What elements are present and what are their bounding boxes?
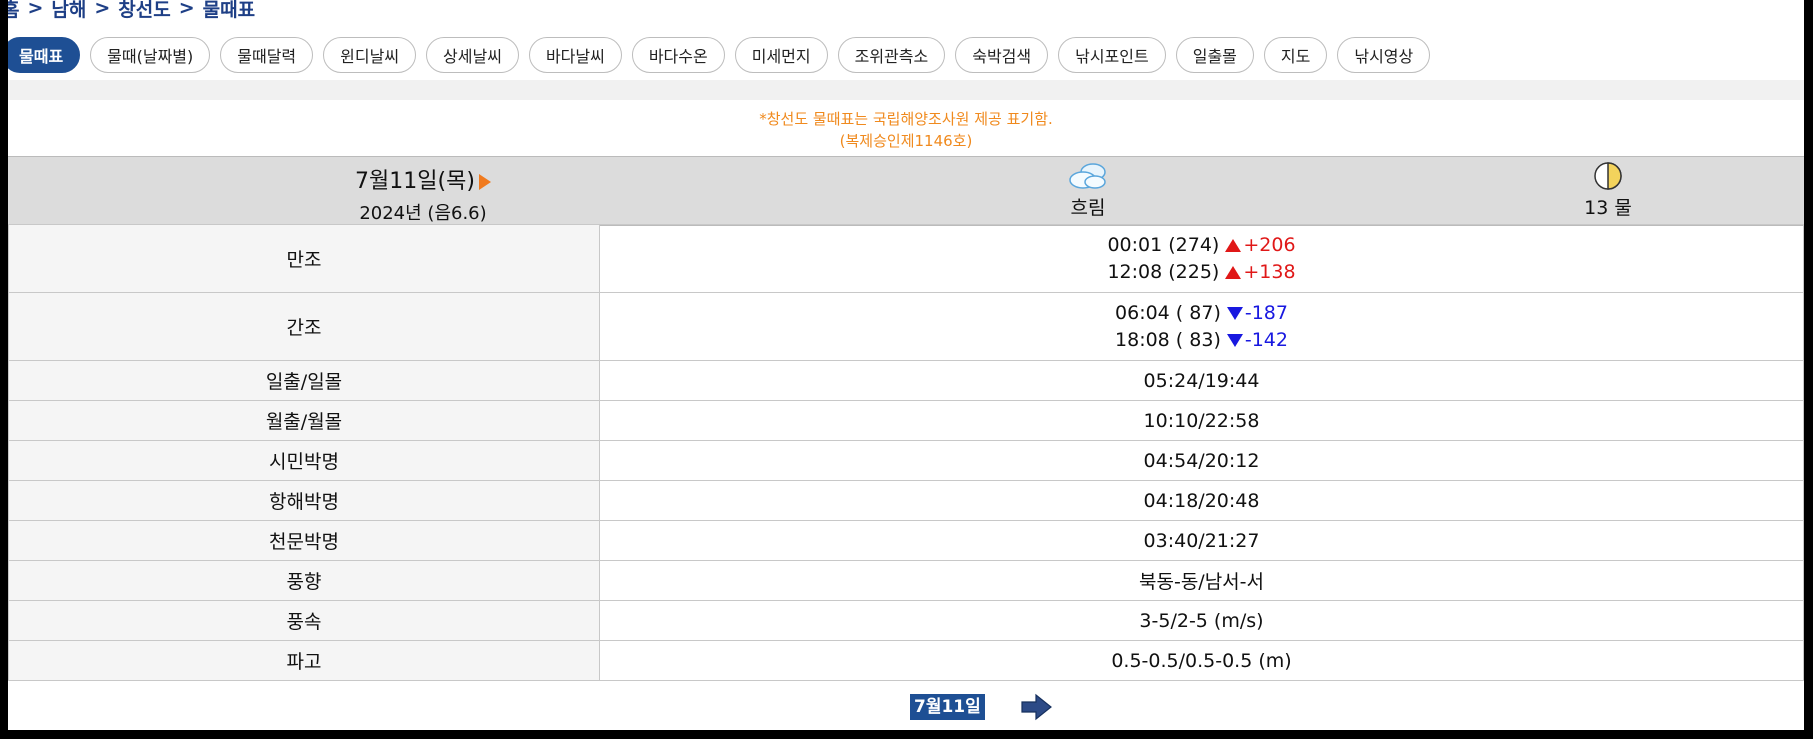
- down-triangle-icon: [1226, 306, 1243, 320]
- day-header: 7월11일(목) 2024년 (음6.6) 흐림 13 물: [8, 156, 1804, 226]
- down-triangle-icon: [1226, 333, 1243, 347]
- half-moon-icon: [1594, 162, 1622, 190]
- tide-diff: -142: [1244, 328, 1288, 351]
- tab-fishing-video[interactable]: 낚시영상: [1337, 37, 1431, 73]
- weather-block: 흐림: [1008, 161, 1168, 220]
- table-row: 일출/일몰 05:24/19:44: [8, 360, 1804, 401]
- tab-bar: 물때표 물때(날짜별) 물때달력 윈디날씨 상세날씨 바다날씨 바다수온 미세먼…: [8, 37, 1431, 73]
- tab-tide-calendar[interactable]: 물때달력: [220, 37, 314, 73]
- row-label-civil-twilight: 시민박명: [8, 440, 600, 481]
- high-tide-values: 00:01 (274) +206 12:08 (225) +138: [599, 224, 1804, 293]
- row-label-sunrise-sunset: 일출/일몰: [8, 360, 600, 401]
- civil-twilight-value: 04:54/20:12: [599, 440, 1804, 481]
- row-label-high-tide: 만조: [8, 224, 600, 293]
- breadcrumb-current[interactable]: 물때표: [203, 0, 255, 22]
- breadcrumb-location[interactable]: 창선도: [118, 0, 170, 22]
- row-label-wind-speed: 풍속: [8, 600, 600, 641]
- table-row: 천문박명 03:40/21:27: [8, 520, 1804, 561]
- row-label-low-tide: 간조: [8, 292, 600, 361]
- row-label-nautical-twilight: 항해박명: [8, 480, 600, 521]
- table-row: 월출/월몰 10:10/22:58: [8, 400, 1804, 441]
- tab-fine-dust[interactable]: 미세먼지: [734, 37, 828, 73]
- cloudy-icon: [1069, 163, 1106, 189]
- table-row: 항해박명 04:18/20:48: [8, 480, 1804, 521]
- breadcrumb-home[interactable]: 홈: [8, 0, 19, 22]
- wind-direction-value: 북동-동/남서-서: [599, 560, 1804, 601]
- moonrise-moonset-value: 10:10/22:58: [599, 400, 1804, 441]
- breadcrumb-separator: >: [178, 0, 195, 19]
- date-heading[interactable]: 7월11일(목): [8, 163, 838, 195]
- tide-diff: +138: [1243, 260, 1296, 283]
- tab-map[interactable]: 지도: [1263, 37, 1328, 73]
- tide-time: 00:01 (274): [1107, 233, 1220, 256]
- table-row: 파고 0.5-0.5/0.5-0.5 (m): [8, 640, 1804, 681]
- row-label-wave-height: 파고: [8, 640, 600, 681]
- table-row: 시민박명 04:54/20:12: [8, 440, 1804, 481]
- low-tide-values: 06:04 ( 87) -187 18:08 ( 83) -142: [599, 292, 1804, 361]
- up-triangle-icon: [1225, 265, 1242, 279]
- low-tide-entry: 06:04 ( 87) -187: [600, 300, 1803, 327]
- tab-tide-table[interactable]: 물때표: [8, 37, 81, 73]
- next-arrow-icon[interactable]: [1020, 692, 1054, 722]
- tide-time: 06:04 ( 87): [1115, 301, 1221, 324]
- breadcrumb-separator: >: [27, 0, 44, 19]
- page-frame: 홈 > 남해 > 창선도 > 물때표 물때표 물때(날짜별) 물때달력 윈디날씨…: [8, 0, 1804, 730]
- weather-label: 흐림: [1070, 197, 1106, 219]
- breadcrumb: 홈 > 남해 > 창선도 > 물때표: [8, 0, 255, 22]
- table-row: 풍속 3-5/2-5 (m/s): [8, 600, 1804, 641]
- wind-speed-value: 3-5/2-5 (m/s): [599, 600, 1804, 641]
- low-tide-entry: 18:08 ( 83) -142: [600, 327, 1803, 354]
- nautical-twilight-value: 04:18/20:48: [599, 480, 1804, 521]
- tide-table: 만조 00:01 (274) +206 12:08 (225) +138 간조 06…: [8, 224, 1804, 681]
- astronomical-twilight-value: 03:40/21:27: [599, 520, 1804, 561]
- tab-fishing-points[interactable]: 낚시포인트: [1058, 37, 1166, 73]
- moon-block: 13 물: [1528, 161, 1688, 220]
- tab-detailed-weather[interactable]: 상세날씨: [426, 37, 519, 73]
- table-row: 풍향 북동-동/남서-서: [8, 560, 1804, 601]
- tide-phase-label: 13 물: [1584, 197, 1632, 219]
- divider-band: [8, 80, 1804, 100]
- year-lunar-label: 2024년 (음6.6): [359, 203, 487, 224]
- notice-line: *창선도 물때표는 국립해양조사원 제공 표기함.: [759, 110, 1053, 128]
- row-label-moonrise-moonset: 월출/월몰: [8, 400, 600, 441]
- row-label-astronomical-twilight: 천문박명: [8, 520, 600, 561]
- date-label: 7월11일(목): [355, 169, 475, 194]
- notice-approval: (복제승인제1146호): [839, 132, 973, 150]
- tide-diff: -187: [1244, 301, 1288, 324]
- current-date-badge: 7월11일: [910, 694, 985, 720]
- tab-windy-weather[interactable]: 윈디날씨: [323, 37, 417, 73]
- tide-time: 12:08 (225): [1107, 260, 1220, 283]
- play-arrow-icon[interactable]: [478, 174, 491, 190]
- table-row: 만조 00:01 (274) +206 12:08 (225) +138: [8, 224, 1804, 293]
- table-row: 간조 06:04 ( 87) -187 18:08 ( 83) -142: [8, 292, 1804, 361]
- tab-sea-weather[interactable]: 바다날씨: [528, 37, 622, 73]
- tide-diff: +206: [1243, 233, 1296, 256]
- tab-tide-by-date[interactable]: 물때(날짜별): [90, 37, 211, 73]
- breadcrumb-region[interactable]: 남해: [51, 0, 86, 22]
- breadcrumb-separator: >: [94, 0, 111, 19]
- row-label-wind-direction: 풍향: [8, 560, 600, 601]
- tab-lodging-search[interactable]: 숙박검색: [955, 37, 1049, 73]
- high-tide-entry: 00:01 (274) +206: [600, 232, 1803, 259]
- tab-sunrise-sunset[interactable]: 일출몰: [1175, 37, 1254, 73]
- sunrise-sunset-value: 05:24/19:44: [599, 360, 1804, 401]
- source-notice: *창선도 물때표는 국립해양조사원 제공 표기함. (복제승인제1146호): [8, 108, 1804, 152]
- high-tide-entry: 12:08 (225) +138: [600, 259, 1803, 286]
- tab-tide-station[interactable]: 조위관측소: [837, 37, 946, 73]
- tide-time: 18:08 ( 83): [1115, 328, 1221, 351]
- tab-sea-temperature[interactable]: 바다수온: [631, 37, 725, 73]
- date-navigation: 7월11일: [8, 690, 1804, 726]
- wave-height-value: 0.5-0.5/0.5-0.5 (m): [599, 640, 1804, 681]
- up-triangle-icon: [1225, 238, 1242, 252]
